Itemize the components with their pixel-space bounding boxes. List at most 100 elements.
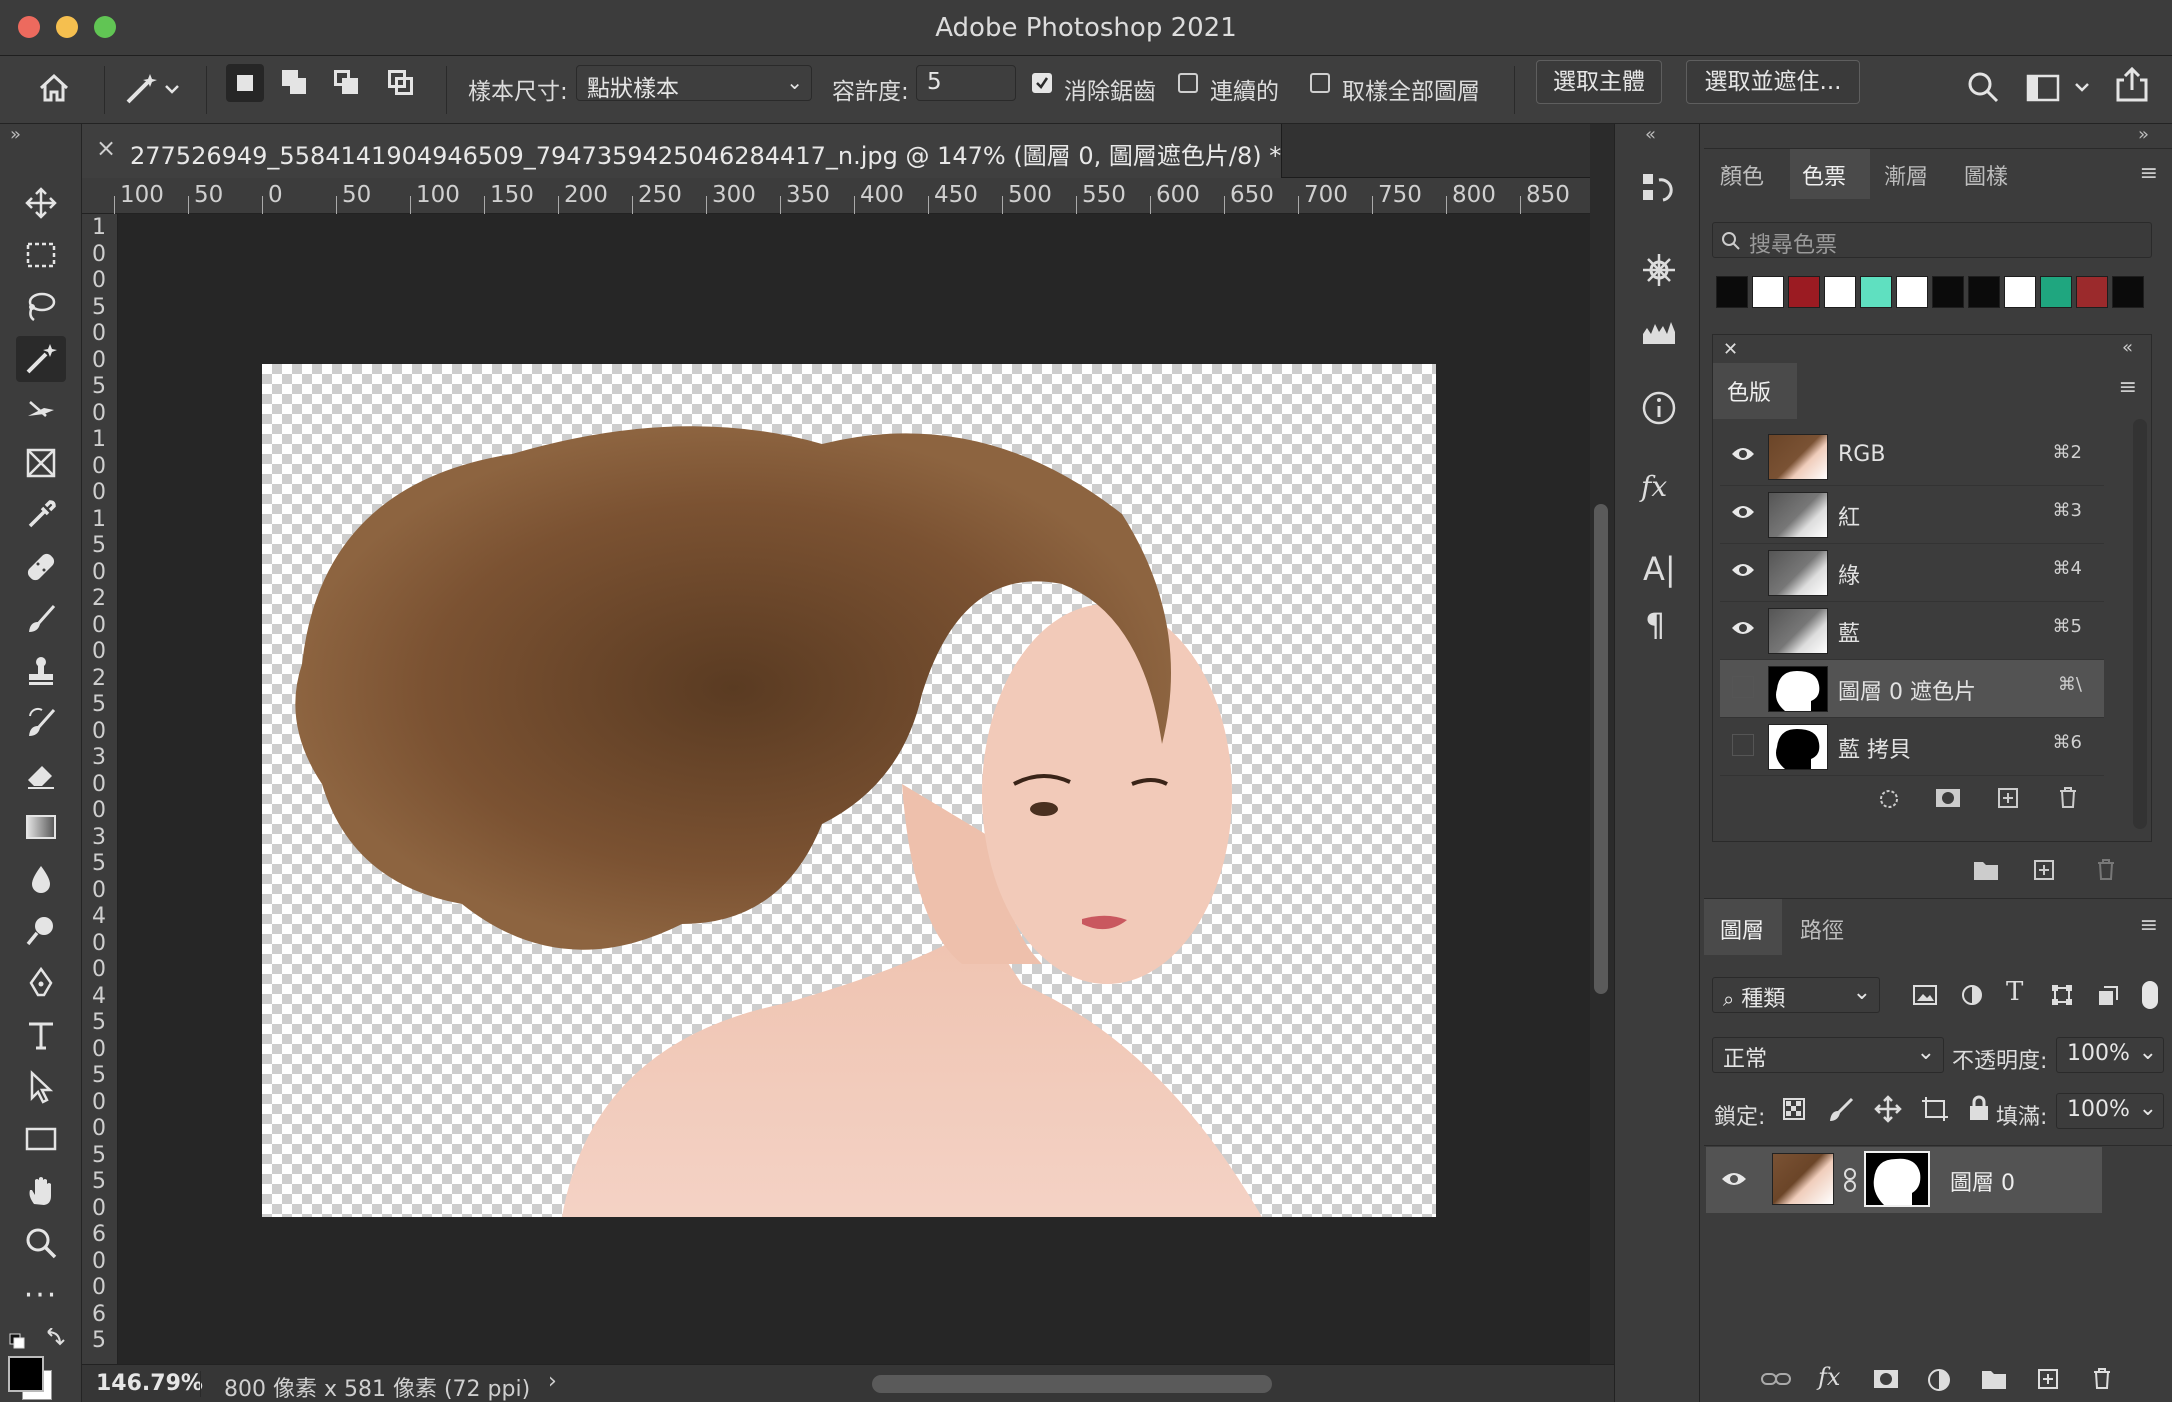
subtract-from-selection-mode-button[interactable] [328,64,366,102]
chevron-right-icon[interactable]: › [548,1369,557,1394]
histogram-panel-icon[interactable] [1641,316,1677,346]
channel-row[interactable]: 圖層 0 遮色片 ⌘\ [1720,660,2104,718]
collapse-icon[interactable]: » [10,124,21,145]
lock-position-icon[interactable] [1874,1095,1902,1123]
type-tool[interactable] [16,1012,66,1058]
layer-filter-select[interactable]: ⌕ 種類 ⌄ [1712,977,1880,1013]
select-subject-button[interactable]: 選取主體 [1536,60,1662,104]
move-tool[interactable] [16,180,66,226]
layer-style-icon[interactable]: fx [1818,1363,1840,1391]
new-channel-icon[interactable] [1996,786,2020,810]
lock-image-pixels-icon[interactable] [1828,1097,1854,1123]
clone-stamp-tool[interactable] [16,648,66,694]
folder-icon[interactable] [1972,858,2000,882]
tab-color[interactable]: 顏色 [1720,159,1764,191]
healing-brush-tool[interactable] [16,544,66,590]
history-panel-icon[interactable] [1641,170,1677,206]
eye-icon[interactable] [1720,1169,1748,1189]
eye-icon[interactable] [1730,444,1756,468]
channel-row[interactable]: 藍 ⌘5 [1720,602,2104,660]
adjustment-layer-icon[interactable] [1926,1367,1952,1393]
color-swatch[interactable] [1788,276,1820,308]
magic-wand-preset-icon[interactable] [122,70,182,106]
sample-all-layers-checkbox[interactable] [1310,73,1330,93]
new-item-icon[interactable] [2032,858,2056,882]
collapse-icon[interactable]: « [1645,124,1656,145]
visibility-toggle[interactable] [1730,734,1754,756]
delete-channel-icon[interactable] [2056,784,2080,810]
brush-tool[interactable] [16,596,66,642]
save-selection-as-channel-icon[interactable] [1934,786,1962,810]
history-brush-tool[interactable] [16,700,66,746]
color-swatch[interactable] [1968,276,2000,308]
path-selection-tool[interactable] [16,1064,66,1110]
default-colors-icon[interactable] [8,1327,72,1356]
document-tab[interactable]: × 277526949_5584141904946509_79473594250… [82,124,1282,178]
eraser-tool[interactable] [16,752,66,798]
new-layer-icon[interactable] [2036,1367,2060,1391]
swatch-search-input[interactable]: 搜尋色票 [1712,222,2152,258]
magic-wand-tool[interactable] [16,336,66,382]
properties-panel-icon[interactable] [1641,252,1677,288]
layer-thumbnail[interactable] [1772,1153,1834,1205]
zoom-tool[interactable] [16,1220,66,1266]
crop-tool-alt[interactable] [16,388,66,434]
more-tools-icon[interactable]: ··· [16,1272,66,1318]
channel-row[interactable]: 藍 拷貝 ⌘6 [1720,718,2104,776]
layer-mask-thumbnail[interactable] [1864,1151,1930,1207]
trash-icon[interactable] [2094,856,2118,882]
styles-panel-icon[interactable]: fx [1641,470,1667,503]
trash-icon[interactable] [2090,1365,2114,1391]
layer-row[interactable]: 圖層 0 [1706,1147,2102,1213]
opacity-input[interactable]: 100% ⌄ [2056,1037,2164,1073]
blur-tool[interactable] [16,856,66,902]
paragraph-panel-icon[interactable]: ¶ [1645,606,1665,644]
filter-pixel-icon[interactable] [1912,983,1938,1007]
add-mask-icon[interactable] [1872,1367,1900,1391]
filter-adjustment-icon[interactable] [1960,983,1984,1007]
info-panel-icon[interactable] [1641,390,1677,426]
color-swatch[interactable] [1932,276,1964,308]
fill-input[interactable]: 100% ⌄ [2056,1093,2164,1129]
lock-all-icon[interactable] [1968,1095,1990,1121]
rectangle-tool[interactable] [16,1116,66,1162]
link-icon[interactable] [1842,1167,1858,1193]
close-tab-icon[interactable]: × [96,134,116,162]
collapse-icon[interactable]: » [2138,124,2149,145]
scrollbar-thumb[interactable] [1594,504,1608,994]
home-icon[interactable] [36,70,72,106]
hand-tool[interactable] [16,1168,66,1214]
contiguous-checkbox[interactable] [1178,73,1198,93]
collapse-icon[interactable]: « [2122,337,2133,358]
sample-size-select[interactable]: 點狀樣本 ⌄ [576,65,812,102]
color-swatch[interactable] [2040,276,2072,308]
foreground-color-swatch[interactable] [8,1356,44,1392]
tab-swatches[interactable]: 色票 [1802,159,1846,191]
frame-tool[interactable] [16,440,66,486]
lasso-tool[interactable] [16,284,66,330]
color-swatch[interactable] [2076,276,2108,308]
eyedropper-tool[interactable] [16,492,66,538]
antialias-checkbox[interactable] [1032,73,1052,93]
color-swatch[interactable] [1896,276,1928,308]
close-panel-icon[interactable]: ✕ [1723,339,1738,360]
filter-type-icon[interactable]: T [2006,977,2023,1007]
panel-menu-icon[interactable]: ≡ [2140,913,2158,938]
channel-row[interactable]: 紅 ⌘3 [1720,486,2104,544]
document-canvas-image[interactable] [262,364,1436,1217]
color-swatch[interactable] [2112,276,2144,308]
panel-menu-icon[interactable]: ≡ [2140,161,2158,186]
intersect-selection-mode-button[interactable] [382,64,420,102]
tab-paths[interactable]: 路徑 [1800,913,1844,945]
eye-icon[interactable] [1730,502,1756,526]
prevent-auto-nesting-icon[interactable] [1920,1095,1950,1123]
tab-patterns[interactable]: 圖樣 [1964,159,2008,191]
new-selection-mode-button[interactable] [226,64,264,102]
gradient-tool[interactable] [16,804,66,850]
select-and-mask-button[interactable]: 選取並遮住... [1686,60,1860,104]
color-swatch[interactable] [1716,276,1748,308]
channel-row[interactable]: 綠 ⌘4 [1720,544,2104,602]
folder-icon[interactable] [1980,1367,2008,1391]
pen-tool[interactable] [16,960,66,1006]
tab-channels[interactable]: 色版 [1727,375,1771,407]
